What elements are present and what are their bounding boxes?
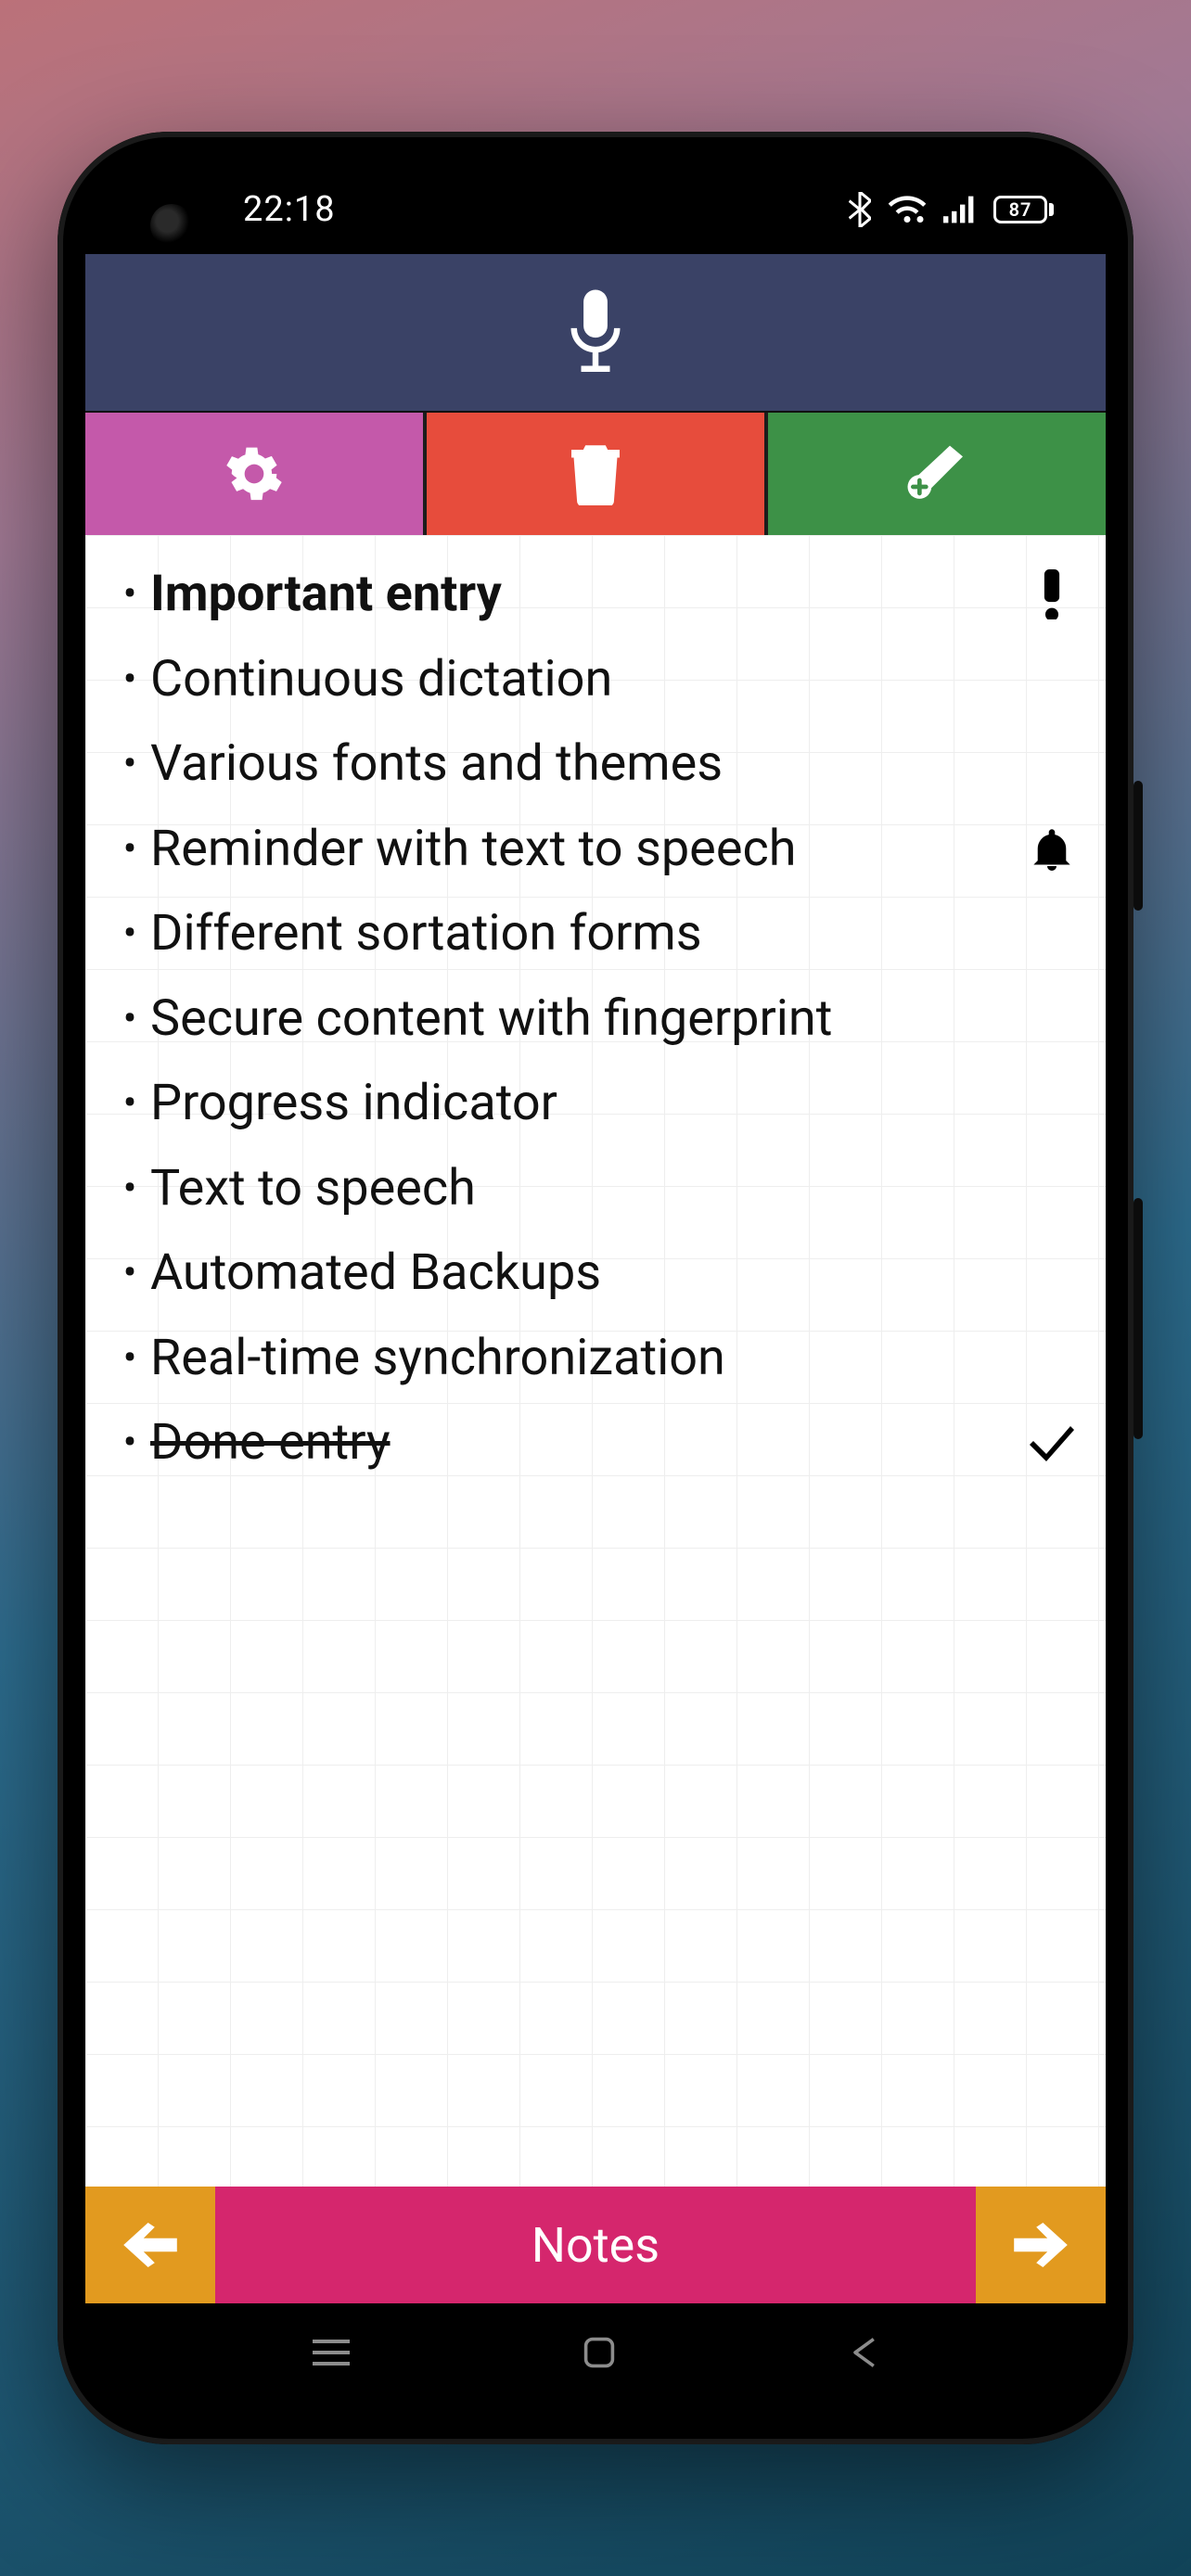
- bottom-nav: Notes: [85, 2187, 1106, 2303]
- wifi-icon: [888, 195, 927, 224]
- signal-icon: [943, 196, 977, 223]
- side-button: [1133, 1198, 1143, 1439]
- delete-button[interactable]: [427, 413, 768, 535]
- note-item[interactable]: •Automated Backups: [85, 1231, 1106, 1316]
- note-item[interactable]: •Text to speech: [85, 1146, 1106, 1231]
- note-badge: [1026, 569, 1078, 619]
- notes-list[interactable]: •Important entry•Continuous dictation•Va…: [85, 535, 1106, 2187]
- bullet-icon: •: [109, 908, 150, 959]
- note-text: Various fonts and themes: [150, 733, 1026, 796]
- note-item[interactable]: •Continuous dictation: [85, 637, 1106, 722]
- screen: 22:18 87: [85, 165, 1106, 2402]
- android-nav-bar: [85, 2303, 1106, 2402]
- status-icons: 87: [849, 192, 1054, 227]
- bullet-icon: •: [109, 1417, 150, 1468]
- note-badge: [1026, 1424, 1078, 1461]
- bullet-icon: •: [109, 1247, 150, 1298]
- back-icon[interactable]: [849, 2336, 878, 2369]
- bullet-icon: •: [109, 1333, 150, 1384]
- note-item[interactable]: •Important entry: [85, 552, 1106, 637]
- note-item[interactable]: •Reminder with text to speech: [85, 807, 1106, 892]
- arrow-left-icon: [123, 2223, 177, 2267]
- home-icon[interactable]: [583, 2336, 616, 2369]
- pencil-plus-icon: [904, 444, 969, 504]
- new-note-button[interactable]: [768, 413, 1106, 535]
- status-bar: 22:18 87: [85, 165, 1106, 254]
- note-text: Done entry: [150, 1411, 1026, 1474]
- note-text: Progress indicator: [150, 1072, 1026, 1135]
- note-text: Automated Backups: [150, 1242, 1026, 1305]
- note-badge: [1026, 826, 1078, 871]
- bullet-icon: •: [109, 823, 150, 874]
- note-item[interactable]: •Progress indicator: [85, 1061, 1106, 1146]
- side-button: [1133, 781, 1143, 911]
- trash-icon: [569, 442, 622, 505]
- next-list-button[interactable]: [976, 2187, 1106, 2303]
- note-text: Reminder with text to speech: [150, 818, 1026, 881]
- note-text: Real-time synchronization: [150, 1327, 1026, 1390]
- dictation-bar[interactable]: [85, 254, 1106, 413]
- battery-level: 87: [1009, 198, 1032, 221]
- phone-frame: 22:18 87: [58, 132, 1133, 2444]
- microphone-icon: [567, 288, 624, 377]
- note-item[interactable]: •Various fonts and themes: [85, 721, 1106, 807]
- bullet-icon: •: [109, 738, 150, 789]
- arrow-right-icon: [1014, 2223, 1068, 2267]
- recent-apps-icon[interactable]: [313, 2338, 350, 2367]
- bluetooth-icon: [849, 192, 871, 227]
- clock: 22:18: [243, 189, 849, 230]
- bullet-icon: •: [109, 654, 150, 705]
- prev-list-button[interactable]: [85, 2187, 215, 2303]
- bullet-icon: •: [109, 1078, 150, 1129]
- note-text: Important entry: [150, 563, 1026, 626]
- note-item[interactable]: •Done entry: [85, 1400, 1106, 1486]
- note-text: Different sortation forms: [150, 902, 1026, 965]
- note-item[interactable]: •Real-time synchronization: [85, 1316, 1106, 1401]
- note-item[interactable]: •Different sortation forms: [85, 891, 1106, 976]
- bullet-icon: •: [109, 1163, 150, 1214]
- note-text: Continuous dictation: [150, 648, 1026, 711]
- note-item[interactable]: •Secure content with fingerprint: [85, 976, 1106, 1062]
- note-text: Text to speech: [150, 1157, 1026, 1220]
- note-text: Secure content with fingerprint: [150, 988, 1026, 1051]
- list-title[interactable]: Notes: [215, 2187, 976, 2303]
- action-bar: [85, 413, 1106, 535]
- bullet-icon: •: [109, 993, 150, 1044]
- battery-indicator: 87: [993, 196, 1054, 223]
- front-camera: [150, 204, 193, 247]
- settings-button[interactable]: [85, 413, 427, 535]
- bullet-icon: •: [109, 568, 150, 619]
- gear-icon: [225, 445, 283, 503]
